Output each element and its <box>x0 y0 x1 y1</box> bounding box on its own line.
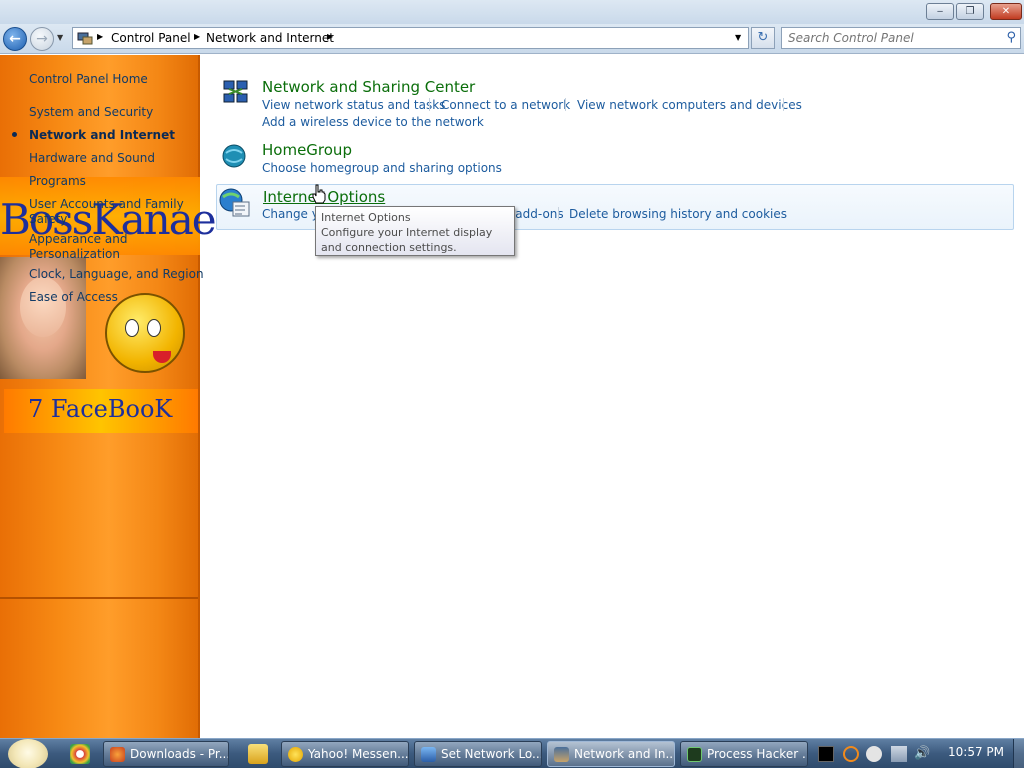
tooltip: Internet Options Configure your Internet… <box>315 206 515 256</box>
sidebar-item-clock-language-region[interactable]: Clock, Language, and Region <box>29 267 204 281</box>
internet-options-icon[interactable] <box>219 187 250 217</box>
sidebar-item-system-and-security[interactable]: System and Security <box>29 105 153 119</box>
breadcrumb-control-panel[interactable]: Control Panel <box>111 31 191 45</box>
control-panel-icon <box>554 747 569 762</box>
taskbar: Downloads - Pr... Yahoo! Messen... Set N… <box>0 738 1024 768</box>
homegroup-icon[interactable] <box>220 141 250 171</box>
delete-browsing-history-link[interactable]: Delete browsing history and cookies <box>569 207 787 221</box>
network-and-sharing-center-icon[interactable] <box>220 78 250 108</box>
forward-button[interactable]: → <box>30 27 54 51</box>
minimize-button[interactable]: ‒ <box>926 3 954 20</box>
category-homegroup: HomeGroup Choose homegroup and sharing o… <box>216 137 1014 179</box>
search-tray-icon[interactable] <box>843 746 859 762</box>
link-separator <box>429 98 430 111</box>
breadcrumb-arrow-icon[interactable]: ▶ <box>327 32 333 41</box>
add-wireless-device-link[interactable]: Add a wireless device to the network <box>262 115 484 129</box>
sidebar-item-ease-of-access[interactable]: Ease of Access <box>29 290 118 304</box>
task-label: Network and In... <box>574 747 675 761</box>
choose-homegroup-options-link[interactable]: Choose homegroup and sharing options <box>262 161 502 175</box>
firefox-icon <box>110 747 125 762</box>
connect-to-network-link[interactable]: Connect to a network <box>441 98 570 112</box>
volume-icon[interactable]: 🔊 <box>914 746 930 762</box>
link-separator <box>558 207 559 220</box>
folder-icon[interactable] <box>248 744 268 764</box>
view-network-status-link[interactable]: View network status and tasks <box>262 98 445 112</box>
sidebar-item-appearance[interactable]: Appearance and Personalization <box>29 232 139 262</box>
search-icon[interactable]: ⚲ <box>1006 30 1016 45</box>
task-set-network-location[interactable]: Set Network Lo... <box>414 741 542 767</box>
search-box[interactable]: ⚲ <box>781 27 1021 49</box>
overlay-subtitle: 7 FaceBooK <box>28 395 173 423</box>
network-and-sharing-center-link[interactable]: Network and Sharing Center <box>262 78 475 96</box>
status-tray-icon[interactable] <box>866 746 882 762</box>
sidebar: BossKanae 7 FaceBooK Control Panel Home … <box>0 55 217 738</box>
view-network-computers-link[interactable]: View network computers and devices <box>577 98 802 112</box>
title-bar: ‒ ❐ ✕ <box>0 0 1024 24</box>
sidebar-item-hardware-and-sound[interactable]: Hardware and Sound <box>29 151 155 165</box>
search-input[interactable] <box>788 30 998 46</box>
process-hacker-icon <box>687 747 702 762</box>
clock[interactable]: 10:57 PM <box>948 745 1004 759</box>
task-downloads[interactable]: Downloads - Pr... <box>103 741 229 767</box>
link-separator <box>783 98 784 111</box>
breadcrumb-arrow-icon[interactable]: ▶ <box>97 32 103 41</box>
breadcrumb-arrow-icon[interactable]: ▶ <box>194 32 200 41</box>
task-label: Set Network Lo... <box>441 747 542 761</box>
show-desktop-button[interactable] <box>1013 739 1024 768</box>
refresh-button[interactable]: ↻ <box>751 27 775 49</box>
address-bar[interactable]: ▶ Control Panel ▶ Network and Internet ▶… <box>72 27 749 49</box>
back-button[interactable]: ← <box>3 27 27 51</box>
sidebar-item-user-accounts[interactable]: User Accounts and Family Safety <box>29 197 189 227</box>
category-network-and-sharing-center: Network and Sharing Center View network … <box>216 74 1014 132</box>
current-item-bullet-icon <box>12 132 17 137</box>
control-panel-icon <box>77 31 93 45</box>
sidebar-item-control-panel-home[interactable]: Control Panel Home <box>29 72 148 86</box>
network-icon <box>421 747 436 762</box>
task-label: Downloads - Pr... <box>130 747 229 761</box>
maximize-button[interactable]: ❐ <box>956 3 984 20</box>
console-tray-icon[interactable] <box>818 746 834 762</box>
chrome-icon[interactable] <box>70 744 90 764</box>
refresh-icon: ↻ <box>757 30 769 45</box>
hand-cursor-icon <box>312 184 326 204</box>
task-network-and-internet[interactable]: Network and In... <box>547 741 675 767</box>
recent-pages-dropdown-icon[interactable]: ▼ <box>57 33 63 42</box>
close-button[interactable]: ✕ <box>990 3 1022 20</box>
tooltip-text: Configure your Internet display and conn… <box>321 226 493 254</box>
yahoo-messenger-icon <box>288 747 303 762</box>
address-dropdown-icon[interactable]: ▼ <box>735 33 741 42</box>
task-process-hacker[interactable]: Process Hacker ... <box>680 741 808 767</box>
link-separator <box>565 98 566 111</box>
network-tray-icon[interactable] <box>891 746 907 762</box>
task-label: Yahoo! Messen... <box>308 747 409 761</box>
start-button[interactable] <box>8 739 48 768</box>
smiley-icon <box>105 293 185 373</box>
tooltip-title: Internet Options <box>321 211 411 224</box>
task-label: Process Hacker ... <box>707 747 808 761</box>
task-yahoo-messenger[interactable]: Yahoo! Messen... <box>281 741 409 767</box>
sidebar-item-programs[interactable]: Programs <box>29 174 86 188</box>
sidebar-item-network-and-internet[interactable]: Network and Internet <box>29 128 175 142</box>
homegroup-link[interactable]: HomeGroup <box>262 141 352 159</box>
breadcrumb-network-and-internet[interactable]: Network and Internet <box>206 31 334 45</box>
sidebar-divider <box>0 597 198 599</box>
